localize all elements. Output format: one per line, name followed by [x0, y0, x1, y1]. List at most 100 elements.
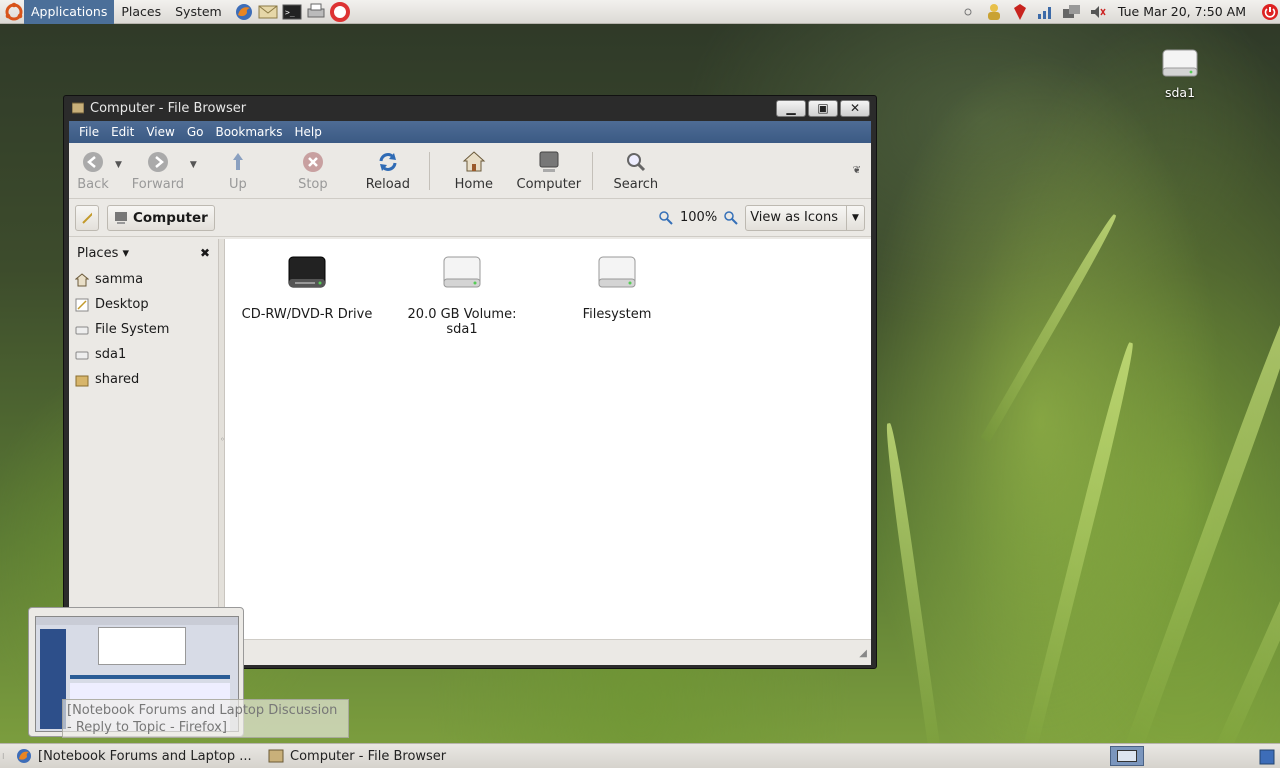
computer-button[interactable]: Computer — [512, 145, 586, 197]
menu-help[interactable]: Help — [289, 125, 328, 139]
resize-grip-icon[interactable]: ◢ — [859, 648, 867, 659]
home-button[interactable]: Home — [436, 145, 512, 197]
menubar: File Edit View Go Bookmarks Help — [69, 121, 871, 143]
printer-launcher-icon[interactable] — [305, 2, 327, 22]
taskbar-item-firefox[interactable]: [Notebook Forums and Laptop ... — [10, 745, 262, 767]
forward-label: Forward — [131, 176, 185, 192]
workspace-switcher[interactable] — [1110, 746, 1144, 766]
zoom-out-icon[interactable] — [658, 210, 674, 226]
window-titlebar[interactable]: Computer - File Browser ▁ ▣ ✕ — [64, 96, 876, 120]
reload-label: Reload — [365, 176, 410, 192]
help-launcher-icon[interactable] — [329, 1, 351, 22]
power-icon[interactable] — [1260, 2, 1280, 22]
sidebar-item-file-system[interactable]: File System — [69, 317, 218, 342]
terminal-launcher-icon[interactable]: >_ — [281, 2, 303, 22]
forward-history-dropdown[interactable]: ▼ — [190, 160, 197, 170]
stop-button[interactable]: Stop — [273, 145, 353, 197]
toggle-location-entry-button[interactable] — [75, 204, 99, 231]
desktop-icon — [75, 298, 89, 311]
zoom-level[interactable]: 100% — [680, 210, 717, 225]
wallpaper-grass — [882, 422, 942, 761]
toolbar-separator — [428, 151, 430, 190]
folder-icon — [75, 375, 89, 386]
zoom-in-icon[interactable] — [723, 210, 739, 226]
optical-drive-icon — [288, 256, 326, 288]
stop-icon — [302, 151, 323, 172]
maximize-button[interactable]: ▣ — [808, 99, 838, 117]
drive-icon — [75, 326, 89, 334]
computer-icon — [115, 211, 127, 224]
file-browser-icon — [72, 102, 84, 114]
file-item-label: CD-RW/DVD-R Drive — [241, 307, 373, 322]
forward-icon — [147, 151, 168, 172]
zoom-control: 100% View as Icons ▼ — [658, 204, 865, 231]
sidebar-item-samma[interactable]: samma — [69, 267, 218, 292]
path-button-label: Computer — [133, 209, 208, 226]
drive-icon — [75, 351, 89, 359]
launchers: >_ — [233, 1, 351, 22]
close-sidebar-icon[interactable]: ✖ — [200, 246, 210, 260]
wallpaper-grass — [980, 212, 1120, 443]
forward-button[interactable]: Forward — [128, 145, 188, 197]
back-button[interactable]: Back — [73, 145, 113, 197]
back-icon — [83, 151, 103, 172]
file-item-cd-drive[interactable]: CD-RW/DVD-R Drive — [237, 245, 377, 322]
system-tray: Tue Mar 20, 7:50 AM — [958, 0, 1280, 24]
system-menu[interactable]: System — [168, 0, 229, 24]
svg-text:>_: >_ — [285, 8, 295, 17]
path-button-computer[interactable]: Computer — [107, 204, 215, 231]
up-button[interactable]: Up — [203, 145, 273, 197]
home-icon — [462, 150, 486, 171]
volume-muted-icon[interactable] — [1088, 2, 1108, 22]
file-item-volume-sda1[interactable]: 20.0 GB Volume: sda1 — [392, 245, 532, 337]
computer-icon — [539, 151, 559, 172]
chevron-down-icon: ▼ — [846, 205, 864, 230]
file-view: CD-RW/DVD-R Drive 20.0 GB Volume: sda1 F… — [225, 239, 871, 639]
taskbar-item-file-browser[interactable]: Computer - File Browser — [262, 745, 452, 767]
sidebar-header-select[interactable]: Places ▾ — [77, 246, 129, 261]
toolbar-separator — [591, 151, 593, 190]
view-mode-select[interactable]: View as Icons ▼ — [745, 204, 865, 231]
window-controls: ▁ ▣ ✕ — [776, 99, 870, 117]
trash-icon[interactable] — [1258, 747, 1276, 765]
notification-icon[interactable] — [958, 2, 978, 22]
desktop-icon-sda1[interactable]: sda1 — [1150, 46, 1210, 100]
home-label: Home — [454, 176, 494, 192]
applications-menu[interactable]: Applications — [24, 0, 115, 24]
sidebar-header: Places ▾ ✖ — [69, 239, 218, 267]
menu-edit[interactable]: Edit — [105, 125, 140, 139]
stop-label: Stop — [298, 176, 328, 192]
top-panel: Applications Places System >_ Tue Mar 20… — [0, 0, 1280, 24]
menu-bookmarks[interactable]: Bookmarks — [209, 125, 288, 139]
sidebar-item-desktop[interactable]: Desktop — [69, 292, 218, 317]
main-menu: Applications Places System — [0, 0, 229, 24]
workspace-area — [1110, 746, 1276, 766]
close-button[interactable]: ✕ — [840, 99, 870, 117]
taskbar-item-label: Computer - File Browser — [290, 748, 447, 764]
back-history-dropdown[interactable]: ▼ — [115, 160, 122, 170]
ubuntu-logo-icon[interactable] — [4, 2, 24, 22]
up-label: Up — [228, 176, 247, 192]
pencil-icon — [82, 212, 92, 224]
menu-go[interactable]: Go — [181, 125, 210, 139]
firefox-launcher-icon[interactable] — [233, 2, 255, 22]
file-item-filesystem[interactable]: Filesystem — [547, 245, 687, 322]
network-monitor-icon[interactable] — [1062, 2, 1082, 22]
network-signal-icon[interactable] — [1036, 2, 1056, 22]
places-menu[interactable]: Places — [114, 0, 168, 24]
drive-icon — [443, 256, 481, 288]
reload-button[interactable]: Reload — [353, 145, 423, 197]
ruby-icon[interactable] — [1010, 2, 1030, 22]
wallpaper-grass — [1020, 341, 1138, 762]
view-mode-label: View as Icons — [750, 210, 838, 225]
minimize-button[interactable]: ▁ — [776, 99, 806, 117]
menu-file[interactable]: File — [73, 125, 105, 139]
clock[interactable]: Tue Mar 20, 7:50 AM — [1118, 4, 1246, 19]
search-button[interactable]: Search — [599, 145, 673, 197]
mail-launcher-icon[interactable] — [257, 2, 279, 22]
user-icon[interactable] — [984, 2, 1004, 22]
menu-view[interactable]: View — [140, 125, 180, 139]
browser-content: Places ▾ ✖ samma Desktop File System sda… — [69, 239, 871, 639]
sidebar-item-shared[interactable]: shared — [69, 367, 218, 392]
sidebar-item-sda1[interactable]: sda1 — [69, 342, 218, 367]
